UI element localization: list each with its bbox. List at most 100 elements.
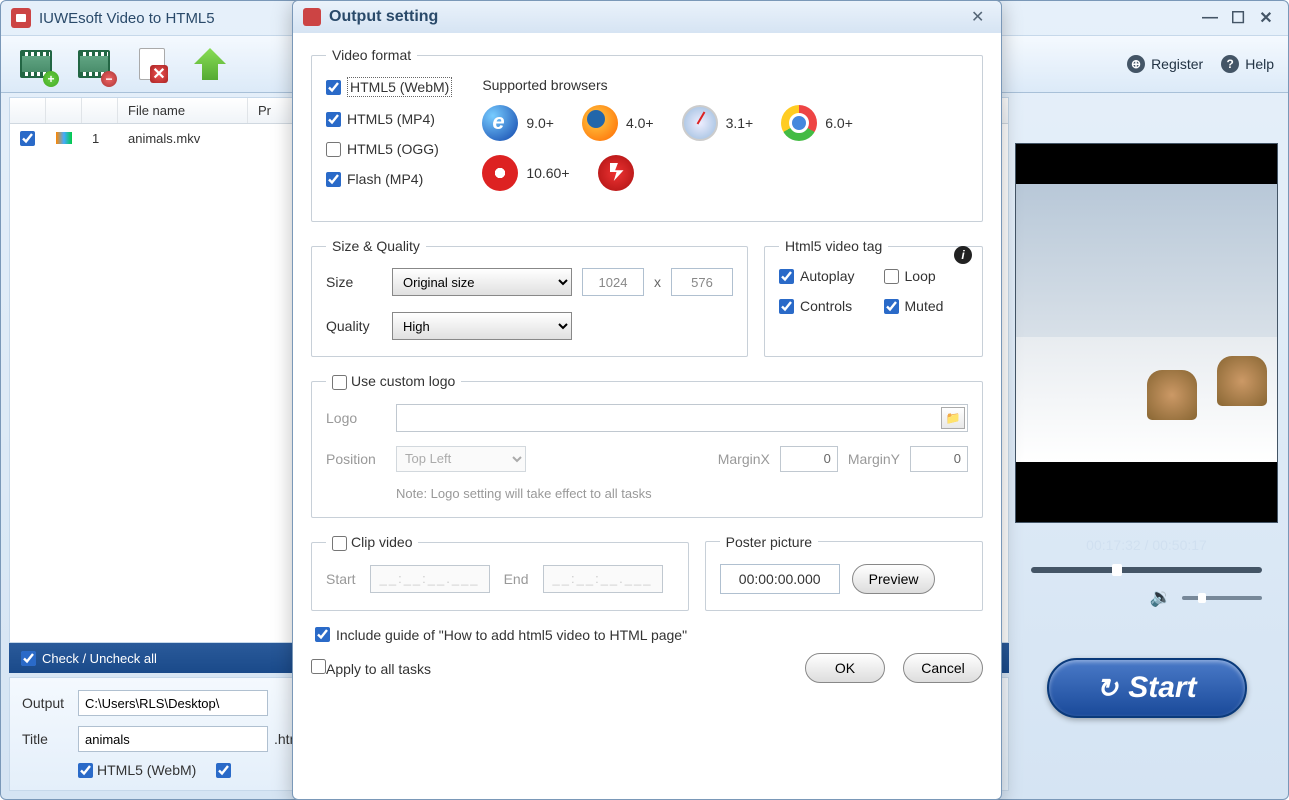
logo-label: Logo — [326, 410, 386, 426]
controls-check[interactable]: Controls — [779, 298, 864, 314]
quality-label: Quality — [326, 318, 382, 334]
supported-browsers-label: Supported browsers — [482, 77, 853, 93]
width-input[interactable] — [582, 268, 644, 296]
logo-path-input[interactable]: 📁 — [396, 404, 968, 432]
output-setting-dialog: Output setting ✕ Video format HTML5 (Web… — [292, 0, 1002, 800]
marginx-label: MarginX — [718, 451, 770, 467]
marginy-input[interactable] — [910, 446, 968, 472]
browser-safari: 3.1+ — [682, 105, 754, 141]
clip-video-check[interactable] — [332, 536, 347, 551]
position-select[interactable]: Top Left — [396, 446, 526, 472]
preview-time: 00:17:32 / 00:50:17 — [1015, 523, 1278, 567]
poster-fieldset: Poster picture 00:00:00.000 Preview — [705, 534, 983, 611]
format-mp4-main[interactable] — [216, 762, 231, 778]
preview-panel: 00:17:32 / 00:50:17 🔉 ↻ Start — [1009, 93, 1288, 799]
refresh-icon: ↻ — [1096, 673, 1118, 704]
row-filename: animals.mkv — [118, 124, 248, 152]
chrome-icon — [781, 105, 817, 141]
dimension-x: x — [654, 274, 661, 290]
minus-icon: − — [101, 71, 117, 87]
poster-time-input[interactable]: 00:00:00.000 — [720, 564, 840, 594]
quality-select[interactable]: High — [392, 312, 572, 340]
browser-opera: 10.60+ — [482, 155, 569, 191]
output-path-input[interactable] — [78, 690, 268, 716]
row-checkbox[interactable] — [20, 131, 35, 146]
start-button[interactable]: ↻ Start — [1047, 658, 1247, 718]
size-quality-legend: Size & Quality — [326, 238, 426, 254]
minimize-button[interactable]: — — [1198, 8, 1222, 28]
volume-icon[interactable]: 🔉 — [1150, 587, 1172, 608]
custom-logo-fieldset: Use custom logo Logo 📁 Position Top Left… — [311, 373, 983, 518]
title-input[interactable] — [78, 726, 268, 752]
browse-icon[interactable]: 📁 — [941, 407, 965, 429]
info-icon[interactable]: i — [954, 246, 972, 264]
file-type-icon — [56, 132, 72, 144]
format-flash[interactable]: Flash (MP4) — [326, 171, 452, 187]
video-tag-fieldset: Html5 video tag i Autoplay Loop Controls… — [764, 238, 983, 357]
ie-icon — [482, 105, 518, 141]
remove-file-button[interactable]: − — [73, 43, 115, 85]
dialog-icon — [303, 8, 321, 26]
dialog-close-button[interactable]: ✕ — [971, 7, 991, 27]
format-ogg[interactable]: HTML5 (OGG) — [326, 141, 452, 157]
loop-check[interactable]: Loop — [884, 268, 969, 284]
size-label: Size — [326, 274, 382, 290]
muted-check[interactable]: Muted — [884, 298, 969, 314]
format-mp4[interactable]: HTML5 (MP4) — [326, 111, 452, 127]
register-label: Register — [1151, 56, 1203, 72]
format-webm-main[interactable]: HTML5 (WebM) — [78, 762, 196, 778]
clip-end-input[interactable] — [543, 565, 663, 593]
size-quality-fieldset: Size & Quality Size Original size x Qual… — [311, 238, 748, 357]
row-index: 1 — [82, 124, 118, 152]
help-link[interactable]: ? Help — [1221, 55, 1274, 73]
marginx-input[interactable] — [780, 446, 838, 472]
preview-button[interactable]: Preview — [852, 564, 936, 594]
video-preview[interactable] — [1015, 143, 1278, 523]
maximize-button[interactable]: ☐ — [1226, 8, 1250, 28]
size-select[interactable]: Original size — [392, 268, 572, 296]
check-all-checkbox[interactable] — [21, 651, 36, 666]
plus-icon: + — [43, 71, 59, 87]
opera-icon — [482, 155, 518, 191]
arrow-up-icon — [194, 48, 226, 80]
poster-legend: Poster picture — [720, 534, 818, 550]
browser-ie: 9.0+ — [482, 105, 554, 141]
volume-slider[interactable] — [1182, 596, 1262, 600]
help-label: Help — [1245, 56, 1274, 72]
browser-chrome: 6.0+ — [781, 105, 853, 141]
clear-list-button[interactable]: ✕ — [131, 43, 173, 85]
clip-end-label: End — [504, 571, 529, 587]
seek-slider[interactable] — [1031, 567, 1262, 573]
doc-delete-icon: ✕ — [139, 48, 165, 80]
height-input[interactable] — [671, 268, 733, 296]
use-custom-logo-check[interactable] — [332, 375, 347, 390]
dialog-title: Output setting — [329, 8, 971, 26]
register-link[interactable]: ⊕ Register — [1127, 55, 1203, 73]
include-guide-check[interactable]: Include guide of "How to add html5 video… — [315, 627, 687, 643]
autoplay-check[interactable]: Autoplay — [779, 268, 864, 284]
close-button[interactable]: ✕ — [1254, 8, 1278, 28]
browser-firefox: 4.0+ — [582, 105, 654, 141]
video-tag-legend: Html5 video tag — [779, 238, 888, 254]
format-webm[interactable]: HTML5 (WebM) — [326, 77, 452, 97]
clip-start-input[interactable] — [370, 565, 490, 593]
flash-icon — [598, 155, 634, 191]
apply-all-check[interactable]: Apply to all tasks — [311, 659, 431, 677]
video-format-fieldset: Video format HTML5 (WebM) HTML5 (MP4) HT… — [311, 47, 983, 222]
move-up-button[interactable] — [189, 43, 231, 85]
video-format-legend: Video format — [326, 47, 417, 63]
browser-flash — [598, 155, 634, 191]
firefox-icon — [582, 105, 618, 141]
add-file-button[interactable]: + — [15, 43, 57, 85]
clip-start-label: Start — [326, 571, 356, 587]
cancel-button[interactable]: Cancel — [903, 653, 983, 683]
header-filename[interactable]: File name — [118, 98, 248, 123]
logo-note: Note: Logo setting will take effect to a… — [326, 486, 968, 501]
dialog-titlebar[interactable]: Output setting ✕ — [293, 1, 1001, 33]
clip-video-legend: Clip video — [351, 534, 412, 550]
key-icon: ⊕ — [1127, 55, 1145, 73]
custom-logo-legend: Use custom logo — [351, 373, 455, 389]
check-all-label: Check / Uncheck all — [42, 651, 157, 666]
ok-button[interactable]: OK — [805, 653, 885, 683]
start-label: Start — [1128, 671, 1196, 705]
